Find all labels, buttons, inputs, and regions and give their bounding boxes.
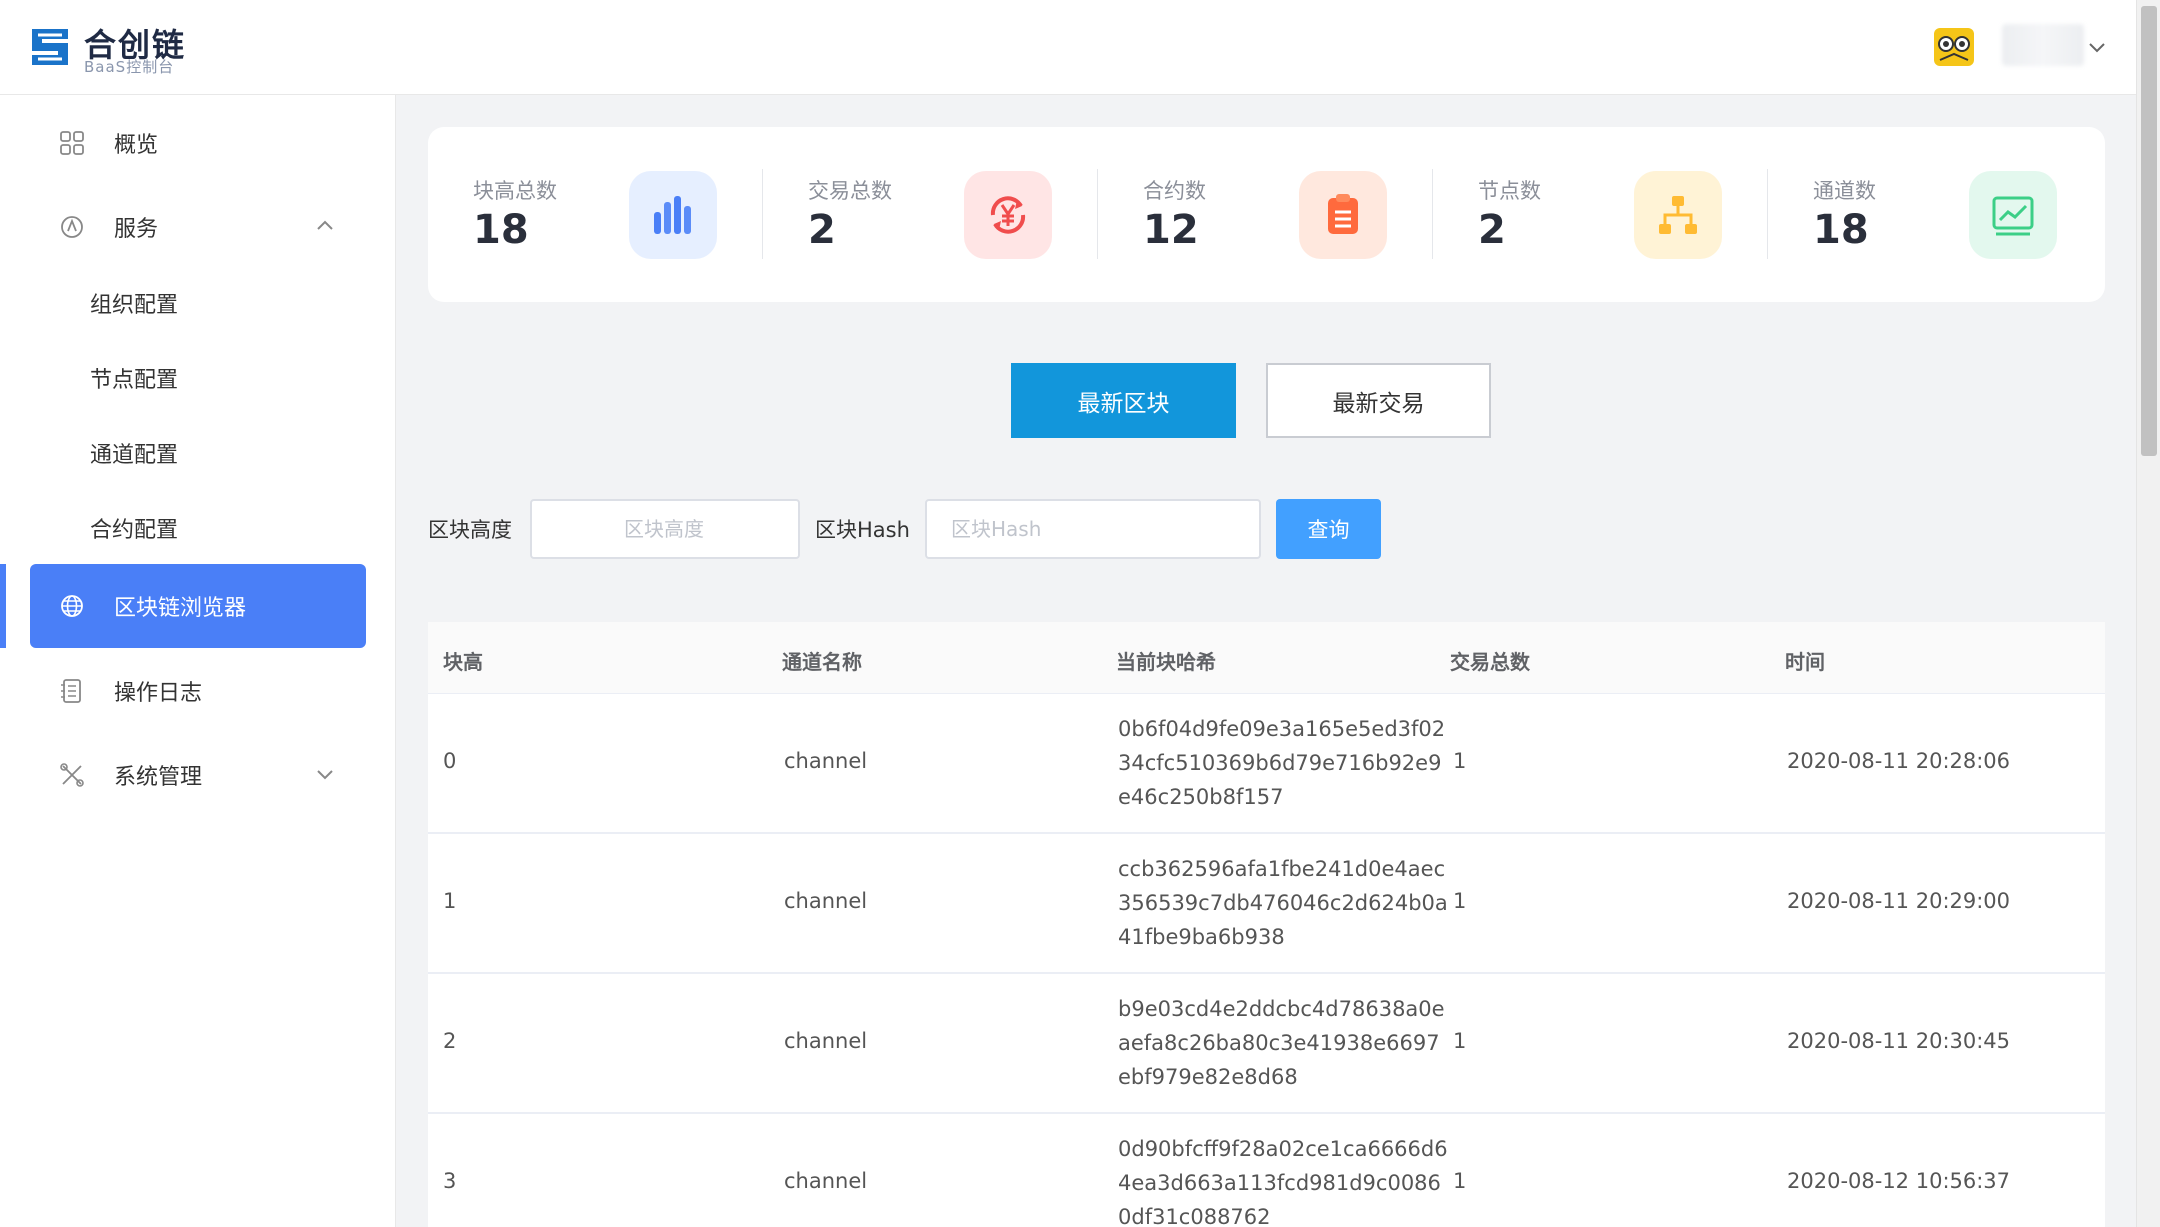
stat-label: 块高总数 — [473, 179, 557, 203]
sidebar-item-label: 通道配置 — [90, 442, 179, 468]
chevron-up-icon — [317, 220, 333, 230]
scrollbar-thumb[interactable] — [2141, 6, 2157, 456]
cell-channel: channel — [784, 749, 868, 773]
stats-card: 块高总数 18 交易总数 2 合约数 12 节点数 2 通道数 18 — [428, 127, 2105, 302]
sidebar-item-label: 节点配置 — [90, 367, 179, 393]
stat-block-height: 块高总数 18 — [428, 127, 763, 302]
sidebar-item-channel-config[interactable]: 通道配置 — [30, 415, 366, 490]
cell-hash: ccb362596afa1fbe241d0e4aec356539c7db4760… — [1118, 857, 1448, 949]
yen-exchange-icon — [964, 171, 1052, 259]
trend-chart-icon — [1969, 171, 2057, 259]
page-scrollbar[interactable] — [2136, 0, 2160, 1227]
sidebar-item-overview[interactable]: 概览 — [30, 101, 366, 185]
cell-hash: b9e03cd4e2ddcbc4d78638a0eaefa8c26ba80c3e… — [1118, 997, 1445, 1089]
tools-icon — [60, 763, 84, 787]
block-height-label: 区块高度 — [428, 518, 512, 542]
column-header-tx-count: 交易总数 — [1450, 650, 1530, 674]
bar-chart-icon — [629, 171, 717, 259]
stat-transactions: 交易总数 2 — [763, 127, 1098, 302]
stat-value: 2 — [808, 207, 836, 253]
org-tree-icon — [1634, 171, 1722, 259]
stat-channels: 通道数 18 — [1768, 127, 2103, 302]
logo[interactable]: 合创链 BaaS控制台 — [28, 20, 198, 76]
stat-value: 18 — [473, 207, 529, 253]
sidebar-item-contract-config[interactable]: 合约配置 — [30, 490, 366, 565]
sidebar-item-node-config[interactable]: 节点配置 — [30, 340, 366, 415]
query-button[interactable]: 查询 — [1276, 499, 1381, 559]
sidebar-item-label: 服务 — [114, 217, 159, 242]
column-header-hash: 当前块哈希 — [1116, 650, 1216, 674]
top-header: 合创链 BaaS控制台 — [0, 0, 2136, 95]
cell-time: 2020-08-11 20:30:45 — [1787, 1029, 2011, 1053]
grid-icon — [60, 131, 84, 155]
sidebar-item-label: 系统管理 — [114, 765, 203, 790]
block-height-input[interactable] — [530, 499, 800, 559]
stat-value: 18 — [1813, 207, 1869, 253]
stat-label: 节点数 — [1478, 179, 1541, 203]
logo-icon — [32, 29, 68, 65]
chevron-down-icon — [317, 770, 333, 780]
cell-tx-count: 1 — [1453, 1029, 1467, 1053]
stat-value: 2 — [1478, 207, 1506, 253]
cell-time: 2020-08-11 20:29:00 — [1787, 889, 2011, 913]
cell-time: 2020-08-11 20:28:06 — [1787, 749, 2011, 773]
cell-height: 0 — [443, 749, 457, 773]
cell-tx-count: 1 — [1453, 889, 1467, 913]
cell-channel: channel — [784, 1169, 868, 1193]
cell-time: 2020-08-12 10:56:37 — [1787, 1169, 2011, 1193]
column-header-channel: 通道名称 — [782, 650, 862, 674]
active-indicator — [0, 564, 6, 648]
sidebar-item-blockchain-explorer[interactable]: 区块链浏览器 — [30, 564, 366, 648]
cell-tx-count: 1 — [1453, 749, 1467, 773]
sidebar-item-label: 组织配置 — [90, 292, 179, 318]
cell-height: 2 — [443, 1029, 457, 1053]
table-header: 块高 通道名称 当前块哈希 交易总数 时间 — [428, 622, 2105, 694]
cell-hash: 0d90bfcff9f28a02ce1ca6666d64ea3d663a113f… — [1118, 1137, 1448, 1227]
owl-avatar-icon[interactable] — [1932, 24, 1976, 70]
log-icon — [61, 679, 81, 703]
stat-label: 通道数 — [1813, 179, 1876, 203]
cell-hash: 0b6f04d9fe09e3a165e5ed3f0234cfc510369b6d… — [1118, 717, 1446, 809]
chevron-down-icon[interactable] — [2086, 36, 2108, 58]
sidebar-item-system-management[interactable]: 系统管理 — [30, 733, 366, 817]
cell-channel: channel — [784, 1029, 868, 1053]
sidebar-item-org-config[interactable]: 组织配置 — [30, 265, 366, 340]
cell-height: 3 — [443, 1169, 457, 1193]
table-row[interactable]: 1 channel ccb362596afa1fbe241d0e4aec3565… — [428, 834, 2105, 974]
cell-height: 1 — [443, 889, 457, 913]
tab-latest-blocks[interactable]: 最新区块 — [1011, 363, 1236, 438]
cell-channel: channel — [784, 889, 868, 913]
cell-tx-count: 1 — [1453, 1169, 1467, 1193]
sidebar-item-service[interactable]: 服务 — [30, 185, 366, 269]
blocks-table: 块高 通道名称 当前块哈希 交易总数 时间 0 channel 0b6f04d9… — [428, 622, 2105, 1227]
column-header-time: 时间 — [1785, 650, 1825, 674]
service-icon — [61, 216, 83, 238]
sidebar: 概览 服务 组织配置 节点配置 通道配置 合约配置 区块链浏览器 操作日志 系统… — [0, 95, 396, 1227]
stat-label: 交易总数 — [808, 179, 892, 203]
username-redacted[interactable] — [2002, 24, 2084, 66]
block-hash-input[interactable] — [925, 499, 1261, 559]
sidebar-item-label: 概览 — [114, 133, 159, 158]
tab-latest-transactions[interactable]: 最新交易 — [1266, 363, 1491, 438]
logo-subtitle: BaaS控制台 — [84, 58, 175, 76]
stat-contracts: 合约数 12 — [1098, 127, 1433, 302]
stat-nodes: 节点数 2 — [1433, 127, 1768, 302]
stat-label: 合约数 — [1143, 179, 1206, 203]
globe-icon — [61, 595, 83, 617]
stat-value: 12 — [1143, 207, 1199, 253]
sidebar-item-label: 操作日志 — [114, 681, 203, 706]
table-row[interactable]: 2 channel b9e03cd4e2ddcbc4d78638a0eaefa8… — [428, 974, 2105, 1114]
block-hash-label: 区块Hash — [815, 518, 910, 542]
sidebar-item-label: 合约配置 — [90, 517, 179, 543]
table-row[interactable]: 0 channel 0b6f04d9fe09e3a165e5ed3f0234cf… — [428, 694, 2105, 834]
sidebar-item-label: 区块链浏览器 — [114, 596, 247, 621]
sidebar-item-operation-log[interactable]: 操作日志 — [30, 649, 366, 733]
column-header-height: 块高 — [443, 650, 483, 674]
table-row[interactable]: 3 channel 0d90bfcff9f28a02ce1ca6666d64ea… — [428, 1114, 2105, 1227]
clipboard-icon — [1299, 171, 1387, 259]
